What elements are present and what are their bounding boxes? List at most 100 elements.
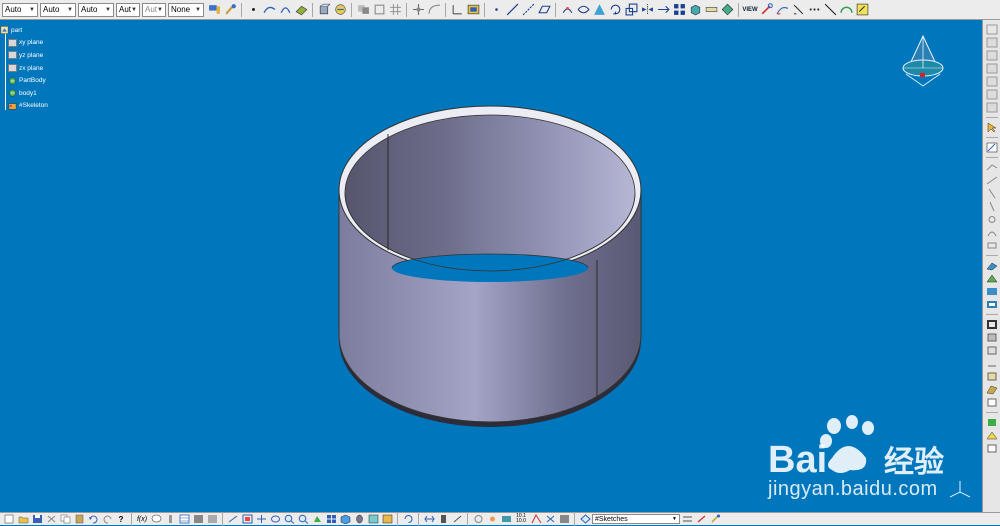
rotate-icon[interactable] — [608, 3, 622, 17]
groove-icon[interactable] — [985, 200, 998, 212]
revolve-icon[interactable] — [333, 3, 347, 17]
mirror-icon[interactable] — [985, 370, 998, 382]
spline-icon[interactable] — [262, 3, 276, 17]
snap-icon[interactable] — [411, 3, 425, 17]
sketches-icon[interactable] — [579, 514, 591, 525]
layer-dropdown[interactable]: None ▼ — [168, 2, 204, 17]
grid-icon[interactable] — [388, 3, 402, 17]
undo-icon[interactable] — [87, 514, 99, 525]
tree-item-zx-plane[interactable]: zx plane — [0, 62, 120, 75]
line-icon[interactable] — [505, 3, 519, 17]
pad-icon[interactable] — [985, 161, 998, 173]
tree-item-body1[interactable]: body1 — [0, 87, 120, 100]
knowledge-icon[interactable] — [164, 514, 176, 525]
scale-icon[interactable] — [624, 3, 638, 17]
save-icon[interactable] — [985, 49, 998, 61]
stack-icon[interactable] — [558, 514, 570, 525]
update-icon[interactable] — [402, 514, 414, 525]
draft-angle-icon[interactable] — [985, 285, 998, 297]
iso-view-icon[interactable] — [339, 514, 351, 525]
paint-icon[interactable] — [709, 514, 721, 525]
pattern-icon[interactable] — [672, 3, 686, 17]
cut-icon[interactable] — [985, 75, 998, 87]
axis-line-icon[interactable] — [521, 3, 535, 17]
color-dropdown[interactable]: Auto ▼ — [2, 2, 38, 17]
replace-face-icon[interactable] — [985, 357, 998, 369]
formula-icon[interactable]: f(x) — [136, 514, 148, 525]
lineweight-dropdown[interactable]: Aut ▼ — [116, 2, 140, 17]
intersect-icon[interactable] — [576, 3, 590, 17]
tree-item-partbody[interactable]: PartBody — [0, 74, 120, 87]
hole-icon[interactable] — [985, 213, 998, 225]
fit-all-icon[interactable] — [241, 514, 253, 525]
plane-icon[interactable] — [537, 3, 551, 17]
fillet-icon[interactable] — [985, 259, 998, 271]
tree-item-skeleton[interactable]: #Skeleton — [0, 100, 120, 113]
tools-icon[interactable] — [759, 3, 773, 17]
translate-icon[interactable] — [656, 3, 670, 17]
remove-icon[interactable] — [985, 429, 998, 441]
paste-icon[interactable] — [985, 101, 998, 113]
point-tool-icon[interactable] — [489, 3, 503, 17]
sketch-tool-icon[interactable] — [985, 141, 998, 153]
hide-show-icon[interactable] — [367, 514, 379, 525]
fly-icon[interactable] — [227, 514, 239, 525]
sketch-select-dropdown[interactable]: #Sketches ▼ — [592, 514, 680, 524]
design-table-icon[interactable] — [206, 514, 218, 525]
transform-icon[interactable] — [592, 3, 606, 17]
zoom-out-icon[interactable] — [297, 514, 309, 525]
material-icon[interactable] — [500, 514, 512, 525]
view-mode-icon[interactable]: VIEW — [742, 3, 757, 17]
solid-icon[interactable] — [688, 3, 702, 17]
redo-icon[interactable] — [101, 514, 113, 525]
linetype-dropdown[interactable]: Auto ▼ — [78, 2, 114, 17]
offset-icon[interactable] — [372, 3, 386, 17]
shading-icon[interactable] — [353, 514, 365, 525]
zoom-in-icon[interactable] — [283, 514, 295, 525]
swap-visible-icon[interactable] — [381, 514, 393, 525]
print-icon[interactable] — [985, 62, 998, 74]
boolean-icon[interactable] — [356, 3, 370, 17]
transparency-dropdown[interactable]: Auto ▼ — [40, 2, 76, 17]
note-icon[interactable] — [855, 3, 869, 17]
align-icon[interactable] — [544, 514, 556, 525]
rotate-view-icon[interactable] — [269, 514, 281, 525]
catalog-icon[interactable] — [192, 514, 204, 525]
thickness-icon[interactable] — [985, 318, 998, 330]
open-icon[interactable] — [985, 36, 998, 48]
extrude-icon[interactable] — [317, 3, 331, 17]
fitting-icon[interactable] — [530, 514, 542, 525]
snap-grid-icon[interactable] — [681, 514, 693, 525]
table-icon[interactable] — [178, 514, 190, 525]
remove-face-icon[interactable] — [985, 344, 998, 356]
tree-root[interactable]: part — [0, 24, 120, 37]
normal-view-icon[interactable] — [311, 514, 323, 525]
anchor-icon[interactable] — [437, 514, 449, 525]
graphic-properties-icon[interactable] — [223, 3, 237, 17]
copy-icon[interactable] — [985, 88, 998, 100]
measure-icon[interactable] — [704, 3, 718, 17]
refresh-icon[interactable] — [472, 514, 484, 525]
pattern-tool-icon[interactable] — [985, 383, 998, 395]
select-icon[interactable] — [985, 121, 998, 133]
new-icon[interactable] — [985, 23, 998, 35]
cut-file-icon[interactable] — [45, 514, 57, 525]
close-sketch-icon[interactable] — [695, 514, 707, 525]
new-file-icon[interactable] — [3, 514, 15, 525]
comment-icon[interactable] — [150, 514, 162, 525]
multi-view-icon[interactable] — [325, 514, 337, 525]
painter-icon[interactable] — [207, 3, 221, 17]
pocket-icon[interactable] — [985, 174, 998, 186]
paste-file-icon[interactable] — [73, 514, 85, 525]
dots-icon[interactable] — [807, 3, 821, 17]
surface-icon[interactable] — [294, 3, 308, 17]
thread-icon[interactable] — [985, 331, 998, 343]
ring-part-model[interactable] — [330, 100, 650, 430]
fix-icon[interactable] — [451, 514, 463, 525]
open-file-icon[interactable] — [17, 514, 29, 525]
shaft-icon[interactable] — [985, 187, 998, 199]
axis-icon[interactable] — [450, 3, 464, 17]
line-draw-icon[interactable] — [823, 3, 837, 17]
helix-icon[interactable] — [278, 3, 292, 17]
symmetry-icon[interactable] — [640, 3, 654, 17]
